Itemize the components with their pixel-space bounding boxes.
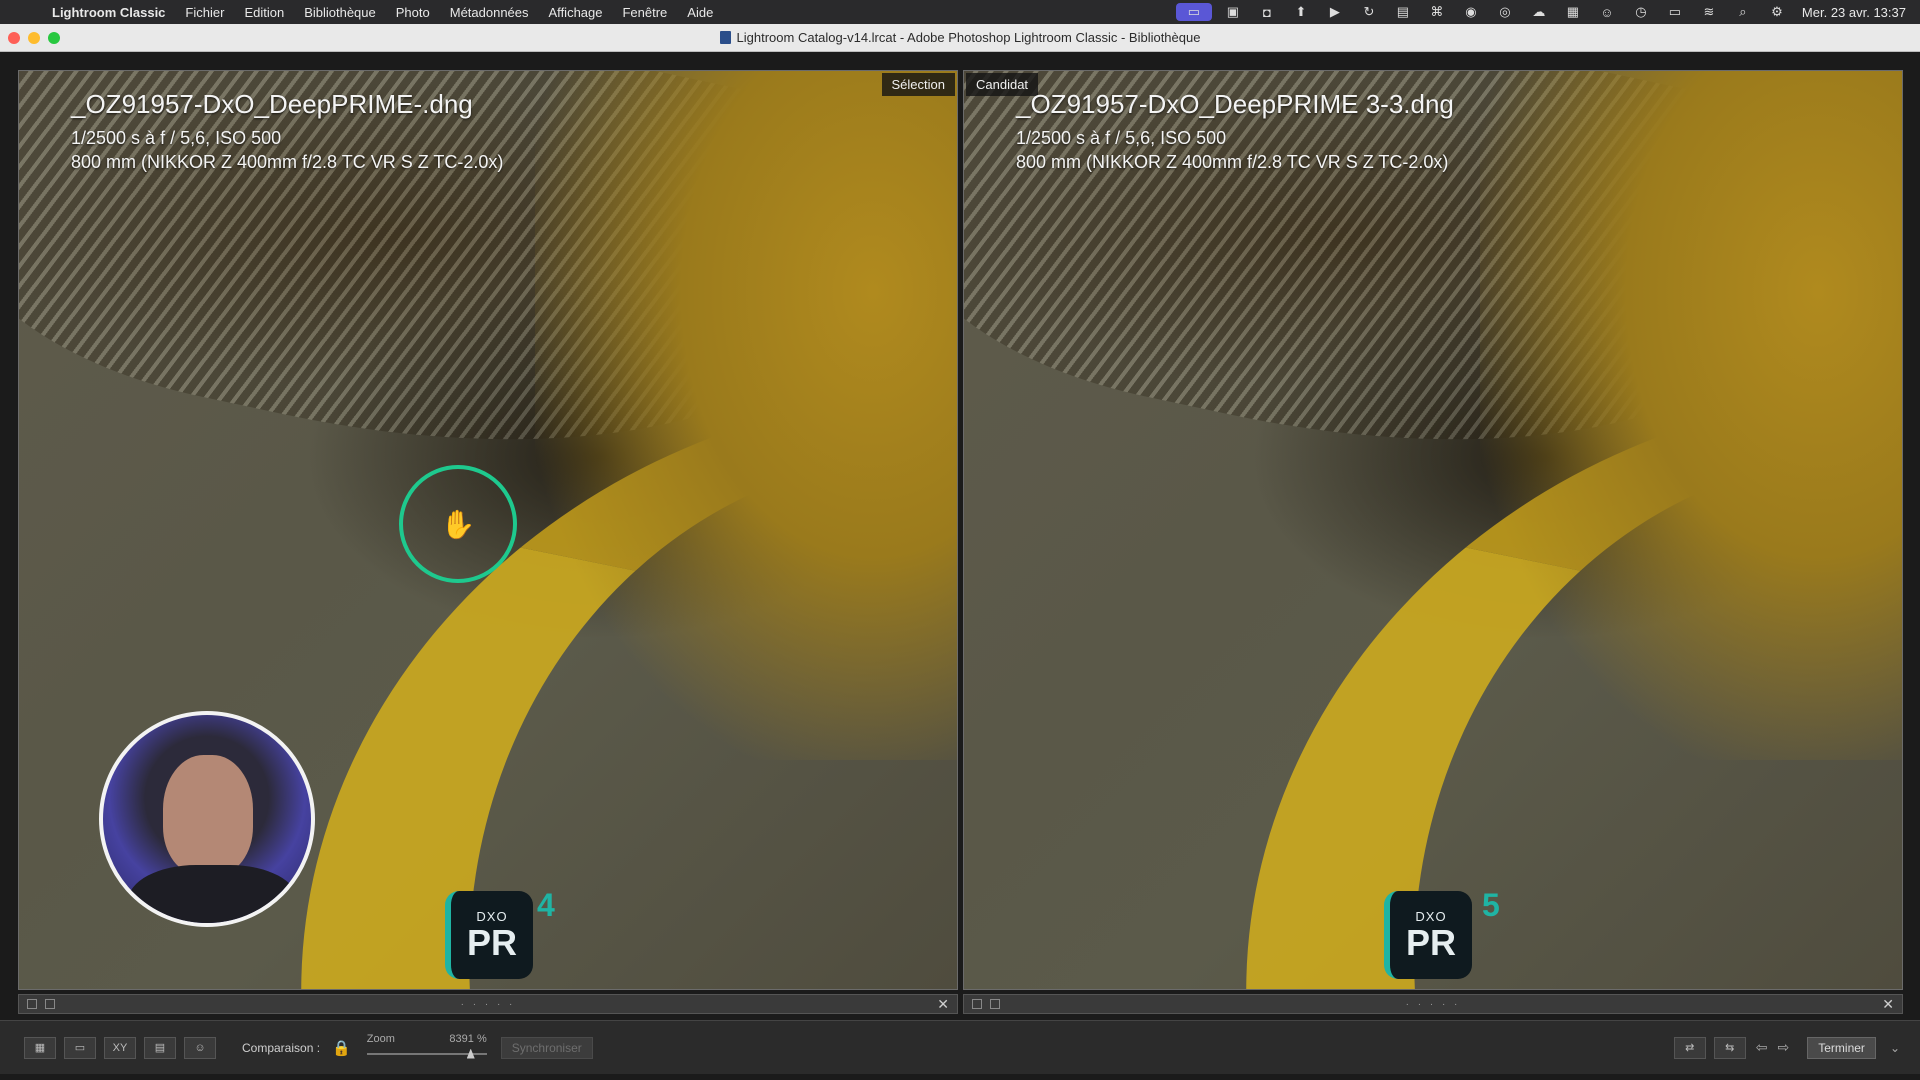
comparison-label: Comparaison : [242,1040,321,1055]
grid-view-button[interactable]: ▦ [24,1036,56,1059]
menu-affichage[interactable]: Affichage [549,5,603,20]
close-window-button[interactable] [8,32,20,44]
loupe-view-button[interactable]: ▭ [64,1036,96,1059]
dxo-version-number: 5 [1482,887,1500,923]
window-titlebar: Lightroom Catalog-v14.lrcat - Adobe Phot… [0,24,1920,52]
status-area: ▭ ▣ ◘ ⬆ ▶ ↻ ▤ ⌘ ◉ ◎ ☁ ▦ ☺ ◷ ▭ ≋ ⌕ ⚙ Mer.… [1168,0,1906,24]
panel-footer-selection: · · · · · ✕ [18,994,958,1014]
wifi-icon[interactable]: ≋ [1696,3,1722,21]
menu-aide[interactable]: Aide [687,5,713,20]
lens-candidate: 800 mm (NIKKOR Z 400mm f/2.8 TC VR S Z T… [1016,152,1449,172]
menu-app-name[interactable]: Lightroom Classic [52,5,165,20]
lens-selection: 800 mm (NIKKOR Z 400mm f/2.8 TC VR S Z T… [71,152,504,172]
upload-icon[interactable]: ⬆ [1288,3,1314,21]
document-icon [719,31,731,44]
compare-panel-selection[interactable]: Sélection _OZ91957-DxO_DeepPRIME-.dng 1/… [18,70,958,990]
photo-info-selection: _OZ91957-DxO_DeepPRIME-.dng 1/2500 s à f… [53,89,503,174]
survey-view-button[interactable]: ▤ [144,1036,176,1059]
compare-panel-candidate[interactable]: Candidat _OZ91957-DxO_DeepPRIME 3-3.dng … [963,70,1903,990]
dxo-pureraw-badge-4: DXO PR [445,891,533,979]
dxo-pr-text: PR [1405,921,1456,963]
clipboard-icon[interactable]: ▤ [1390,3,1416,21]
lightroom-workspace: Sélection _OZ91957-DxO_DeepPRIME-.dng 1/… [0,52,1920,1080]
arrow-left-icon[interactable]: ⇦ [1756,1039,1768,1056]
panel-footer-candidate: · · · · · ✕ [963,994,1903,1014]
filename-selection: _OZ91957-DxO_DeepPRIME-.dng [71,89,473,119]
menu-bibliotheque[interactable]: Bibliothèque [304,5,376,20]
toolbar-right: ⇄ ⇆ ⇦ ⇨ Terminer ⌄ [1650,1036,1900,1059]
arrow-right-icon[interactable]: ⇨ [1778,1039,1790,1056]
compare-view-button[interactable]: XY [104,1036,136,1059]
people-view-button[interactable]: ☺ [184,1036,216,1059]
dxo-pureraw-badge-5: DXO PR [1384,891,1472,979]
spotlight-icon[interactable]: ⌕ [1730,3,1756,21]
close-icon[interactable]: ✕ [937,996,949,1013]
close-icon[interactable]: ✕ [1882,996,1894,1013]
reject-flag-icon[interactable] [990,999,1000,1009]
zoom-value: 8391 % [449,1032,487,1045]
selection-tag: Sélection [881,73,955,96]
zoom-label: Zoom [366,1032,395,1045]
layout-icon[interactable]: ▦ [1560,3,1586,21]
screen-mirror-icon[interactable]: ▭ [1175,3,1212,21]
macos-menubar: Lightroom Classic Fichier Edition Biblio… [0,0,1920,24]
photo-info-candidate: _OZ91957-DxO_DeepPRIME 3-3.dng 1/2500 s … [998,89,1454,174]
play-icon[interactable]: ▶ [1322,3,1348,21]
menu-fenetre[interactable]: Fenêtre [622,5,667,20]
menubar-clock[interactable]: Mer. 23 avr. 13:37 [1802,5,1906,20]
menu-photo[interactable]: Photo [396,5,430,20]
exposure-candidate: 1/2500 s à f / 5,6, ISO 500 [1016,128,1227,148]
dxo-version-number: 4 [537,887,555,923]
menu-fichier[interactable]: Fichier [185,5,224,20]
sync-icon[interactable]: ↻ [1356,3,1382,21]
clock-icon[interactable]: ◷ [1628,3,1654,21]
flag-icon[interactable] [972,999,982,1009]
menu-edition[interactable]: Edition [244,5,284,20]
cloud-check-icon[interactable]: ☁ [1526,3,1552,21]
drag-handle[interactable]: · · · · · [461,999,516,1010]
sync-button[interactable]: Synchroniser [500,1036,593,1059]
camera-icon[interactable]: ◘ [1254,3,1280,21]
chrome-icon[interactable]: ◉ [1458,3,1484,21]
presenter-avatar [99,711,315,927]
control-center-icon[interactable]: ⚙ [1764,3,1790,21]
dxo-pr-text: PR [466,921,517,963]
exposure-selection: 1/2500 s à f / 5,6, ISO 500 [71,128,282,148]
minimize-window-button[interactable] [28,32,40,44]
zoom-slider[interactable]: Zoom 8391 % [366,1032,487,1063]
make-select-button[interactable]: ⇆ [1713,1036,1746,1059]
traffic-lights [8,32,68,44]
lock-icon[interactable]: 🔒 [332,1039,351,1057]
compare-toolbar: ▦ ▭ XY ▤ ☺ Comparaison : 🔒 Zoom 8391 % S… [0,1020,1920,1074]
menu-metadonnees[interactable]: Métadonnées [450,5,529,20]
filename-candidate: _OZ91957-DxO_DeepPRIME 3-3.dng [1016,89,1454,119]
user-icon[interactable]: ☺ [1594,3,1620,21]
dxo-pureraw-icon[interactable]: ▣ [1220,3,1246,21]
drag-handle[interactable]: · · · · · [1406,999,1461,1010]
swap-button[interactable]: ⇄ [1673,1036,1706,1059]
window-title: Lightroom Catalog-v14.lrcat - Adobe Phot… [736,30,1201,45]
photo-candidate[interactable] [964,71,1902,989]
cursor-highlight-ring: ✋ [399,465,517,583]
battery-icon[interactable]: ▭ [1662,3,1688,21]
maximize-window-button[interactable] [48,32,60,44]
done-button[interactable]: Terminer [1807,1036,1876,1059]
coin-icon[interactable]: ◎ [1492,3,1518,21]
reject-flag-icon[interactable] [45,999,55,1009]
hand-cursor-icon: ✋ [440,508,476,540]
flag-icon[interactable] [27,999,37,1009]
command-icon[interactable]: ⌘ [1424,3,1450,21]
chevron-down-icon[interactable]: ⌄ [1890,1041,1900,1055]
